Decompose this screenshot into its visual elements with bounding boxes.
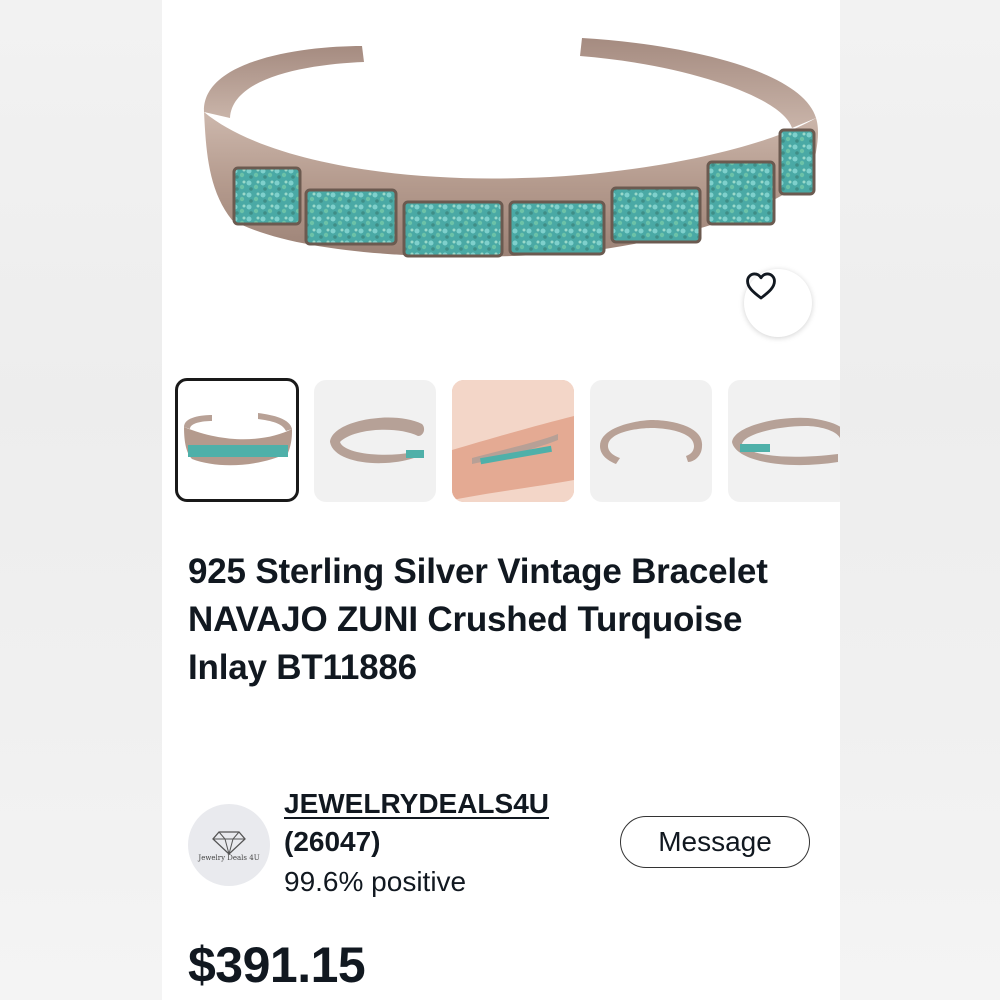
message-button[interactable]: Message <box>620 816 810 868</box>
seller-name-link[interactable]: JEWELRYDEALS4U <box>284 788 549 820</box>
seller-card: Jewelry Deals 4U JEWELRYDEALS4U (26047) … <box>188 788 828 908</box>
main-product-image[interactable] <box>162 0 840 362</box>
diamond-logo-icon <box>212 831 246 855</box>
right-background <box>840 0 1000 1000</box>
listing-title: 925 Sterling Silver Vintage Bracelet NAV… <box>188 552 768 687</box>
bracelet-image <box>203 38 818 258</box>
thumbnail-4[interactable] <box>590 380 712 502</box>
thumbnail-bracelet-angle <box>732 417 840 466</box>
favorite-button[interactable] <box>744 269 812 337</box>
thumbnail-bracelet-front <box>184 413 292 466</box>
listing-screen: 925 Sterling Silver Vintage Bracelet NAV… <box>162 0 840 1000</box>
thumbnail-5[interactable] <box>728 380 840 502</box>
avatar[interactable]: Jewelry Deals 4U <box>188 804 270 886</box>
thumbnail-1[interactable] <box>175 378 299 502</box>
thumbnail-2[interactable] <box>314 380 436 502</box>
heart-icon <box>746 272 776 300</box>
thumbnail-strip <box>162 378 840 506</box>
seller-positive-rating: 99.6% positive <box>284 866 467 897</box>
thumbnail-bracelet-back <box>600 420 703 464</box>
left-background <box>0 0 162 1000</box>
price: $391.15 <box>188 937 366 993</box>
thumbnail-bracelet-wrist <box>452 380 574 502</box>
seller-feedback-count: (26047) <box>284 826 381 857</box>
thumbnail-bracelet-side <box>330 417 425 464</box>
avatar-text: Jewelry Deals 4U <box>198 854 260 862</box>
thumbnail-3[interactable] <box>452 380 574 502</box>
